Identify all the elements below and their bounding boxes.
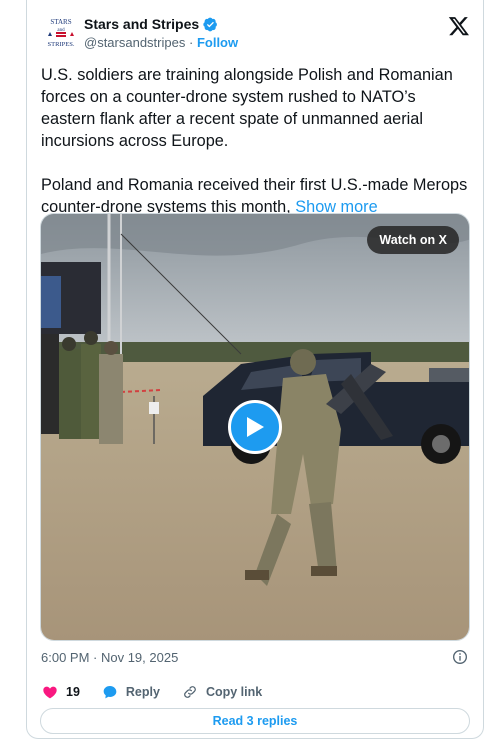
like-button[interactable]: 19 [42, 684, 80, 700]
post-timestamp[interactable]: 6:00 PM · Nov 19, 2025 [41, 650, 178, 665]
video-thumbnail[interactable]: Watch on X [40, 213, 470, 641]
avatar-logo-top: STARS [50, 18, 71, 26]
x-logo-icon[interactable] [448, 15, 470, 37]
reply-bubble-icon [103, 686, 117, 699]
link-icon [184, 686, 196, 698]
account-handle[interactable]: @starsandstripes [84, 35, 185, 50]
watch-on-x-button[interactable]: Watch on X [367, 226, 459, 254]
verified-badge-icon [203, 17, 218, 31]
post-paragraph-1: U.S. soldiers are training alongside Pol… [41, 66, 453, 150]
reply-button[interactable]: Reply [102, 684, 160, 700]
post-paragraph-2: Poland and Romania received their first … [41, 176, 468, 216]
post-header: STARS and STRIPES. Stars and Stripes @st… [44, 13, 474, 55]
separator: · [188, 35, 194, 50]
read-replies-button[interactable]: Read 3 replies [40, 708, 470, 734]
like-count: 19 [66, 685, 80, 699]
info-icon[interactable] [452, 649, 468, 665]
follow-button[interactable]: Follow [197, 35, 238, 50]
account-name[interactable]: Stars and Stripes [84, 16, 199, 32]
play-icon [247, 417, 264, 437]
soldiers-group [41, 331, 123, 444]
copy-link-button[interactable]: Copy link [182, 684, 262, 700]
heart-icon [43, 686, 57, 699]
avatar[interactable]: STARS and STRIPES. [44, 15, 78, 51]
copy-link-label: Copy link [205, 685, 263, 699]
avatar-logo-bottom: STRIPES. [48, 41, 75, 48]
reply-label: Reply [125, 685, 160, 699]
action-bar: 19 Reply Copy link [42, 682, 284, 702]
play-button[interactable] [228, 400, 282, 454]
